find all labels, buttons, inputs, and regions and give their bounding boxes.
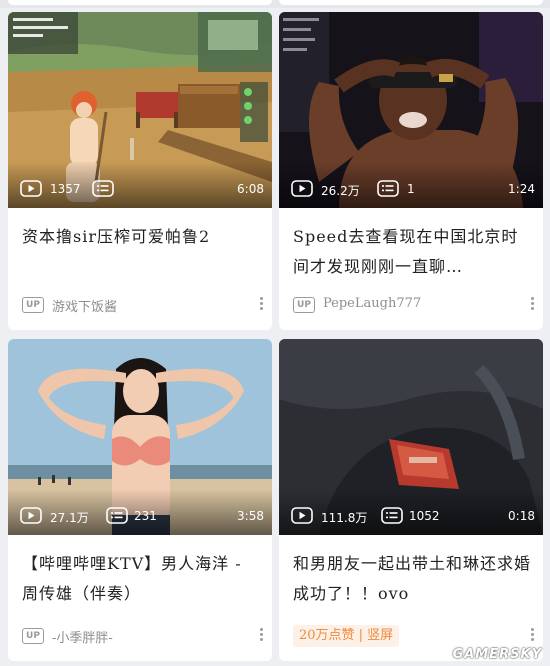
video-stats-bar: 27.1万 231 3:58	[8, 505, 272, 527]
video-stats-bar: 26.2万 1 1:24	[279, 178, 543, 200]
uploader-name[interactable]: -小季胖胖-	[52, 627, 113, 646]
play-count-icon	[20, 507, 42, 524]
video-title[interactable]: 【哔哩哔哩KTV】男人海洋 - 周传雄（伴奏）	[22, 549, 262, 609]
up-badge-icon: UP	[22, 628, 44, 644]
previous-cards-strip	[0, 0, 550, 8]
likes-badge: 20万点赞 | 竖屏	[293, 625, 400, 647]
video-duration: 3:58	[237, 509, 264, 523]
play-count-icon	[20, 180, 42, 197]
view-count: 1357	[50, 182, 81, 196]
video-card[interactable]: 27.1万 231 3:58 【哔哩哔哩KTV】男人海洋 - 周传雄（伴奏） U…	[8, 339, 272, 661]
video-card[interactable]: 26.2万 1 1:24 Speed去查看现在中国北京时间才发现刚刚一直聊… U…	[279, 12, 543, 330]
card-footer: UP -小季胖胖-	[22, 627, 263, 647]
site-watermark: GAMERSKY	[452, 647, 542, 662]
danmaku-icon	[106, 507, 128, 524]
video-thumbnail[interactable]: 26.2万 1 1:24	[279, 12, 543, 208]
view-count: 26.2万	[321, 184, 360, 198]
danmaku-icon	[377, 180, 399, 197]
video-title[interactable]: Speed去查看现在中国北京时间才发现刚刚一直聊…	[293, 222, 533, 282]
more-options-icon[interactable]	[527, 626, 537, 646]
video-title[interactable]: 和男朋友一起出带土和琳还求婚成功了！！ovo	[293, 549, 533, 609]
video-duration: 1:24	[508, 182, 535, 196]
play-count-icon	[291, 180, 313, 197]
view-count: 111.8万	[321, 511, 368, 525]
play-count-icon	[291, 507, 313, 524]
card-footer: 20万点赞 | 竖屏	[293, 625, 534, 647]
video-title[interactable]: 资本撸sir压榨可爱帕鲁2	[22, 222, 262, 252]
uploader-name[interactable]: 游戏下饭酱	[52, 296, 117, 315]
video-duration: 0:18	[508, 509, 535, 523]
danmaku-count: 1	[407, 182, 415, 196]
card-footer: UP PepeLaugh777	[293, 296, 534, 316]
more-options-icon[interactable]	[256, 295, 266, 315]
video-duration: 6:08	[237, 182, 264, 196]
video-stats-bar: 111.8万 1052 0:18	[279, 505, 543, 527]
more-options-icon[interactable]	[256, 626, 266, 646]
video-card[interactable]: 1357 6:08 资本撸sir压榨可爱帕鲁2 UP 游戏下饭酱	[8, 12, 272, 330]
danmaku-count: 1052	[409, 509, 440, 523]
video-stats-bar: 1357 6:08	[8, 178, 272, 200]
danmaku-icon	[381, 507, 403, 524]
video-thumbnail[interactable]: 1357 6:08	[8, 12, 272, 208]
previous-card-edge	[8, 0, 272, 5]
video-thumbnail[interactable]: 111.8万 1052 0:18	[279, 339, 543, 535]
video-thumbnail[interactable]: 27.1万 231 3:58	[8, 339, 272, 535]
danmaku-count: 231	[134, 509, 157, 523]
view-count: 27.1万	[50, 511, 89, 525]
up-badge-icon: UP	[22, 297, 44, 313]
up-badge-icon: UP	[293, 297, 315, 313]
previous-card-edge	[279, 0, 543, 5]
card-footer: UP 游戏下饭酱	[22, 296, 263, 316]
more-options-icon[interactable]	[527, 295, 537, 315]
danmaku-icon	[92, 180, 114, 197]
uploader-name[interactable]: PepeLaugh777	[323, 296, 421, 311]
video-card[interactable]: 111.8万 1052 0:18 和男朋友一起出带土和琳还求婚成功了！！ovo …	[279, 339, 543, 661]
